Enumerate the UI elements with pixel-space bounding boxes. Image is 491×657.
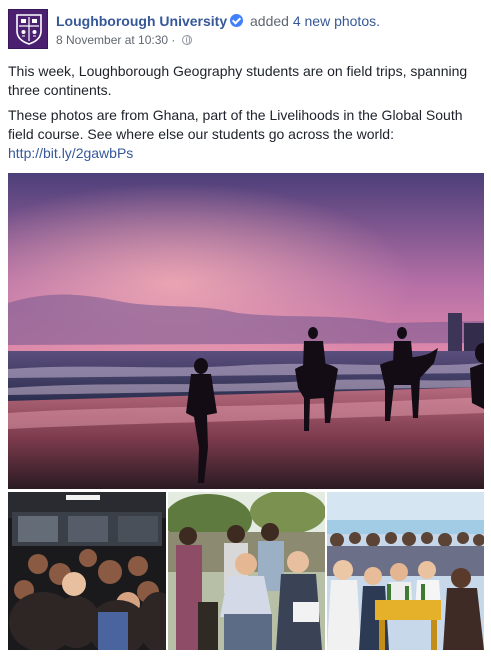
post-paragraph-2-text: These photos are from Ghana, part of the…	[8, 107, 463, 142]
action-text: added	[250, 13, 289, 29]
photo-beach-sunset[interactable]	[8, 173, 484, 489]
post-body: This week, Loughborough Geography studen…	[8, 62, 482, 169]
post-author-line: Loughborough University added 4 new phot…	[56, 12, 380, 30]
bus-students-image	[8, 492, 166, 650]
post-timestamp[interactable]: 8 November at 10:30	[56, 33, 168, 47]
verified-badge-icon	[230, 14, 244, 27]
post-link[interactable]: http://bit.ly/2gawbPs	[8, 145, 133, 161]
page-name-link[interactable]: Loughborough University	[56, 13, 227, 29]
photo-group-seated[interactable]	[168, 492, 325, 650]
beach-sunset-image	[8, 173, 484, 489]
post-paragraph-2: These photos are from Ghana, part of the…	[8, 106, 482, 163]
page-avatar[interactable]	[8, 9, 48, 49]
photo-bus-students[interactable]	[8, 492, 166, 650]
meta-separator: ·	[171, 33, 176, 47]
university-crest-icon	[16, 14, 42, 45]
post-header: Loughborough University added 4 new phot…	[8, 9, 483, 51]
group-table-image	[327, 492, 484, 650]
group-seated-image	[168, 492, 325, 650]
photo-group-table[interactable]	[327, 492, 484, 650]
post-meta: 8 November at 10:30 ·	[56, 33, 192, 47]
post-paragraph-1: This week, Loughborough Geography studen…	[8, 63, 468, 98]
globe-icon[interactable]	[181, 35, 192, 45]
new-photos-link[interactable]: 4 new photos.	[293, 13, 380, 29]
